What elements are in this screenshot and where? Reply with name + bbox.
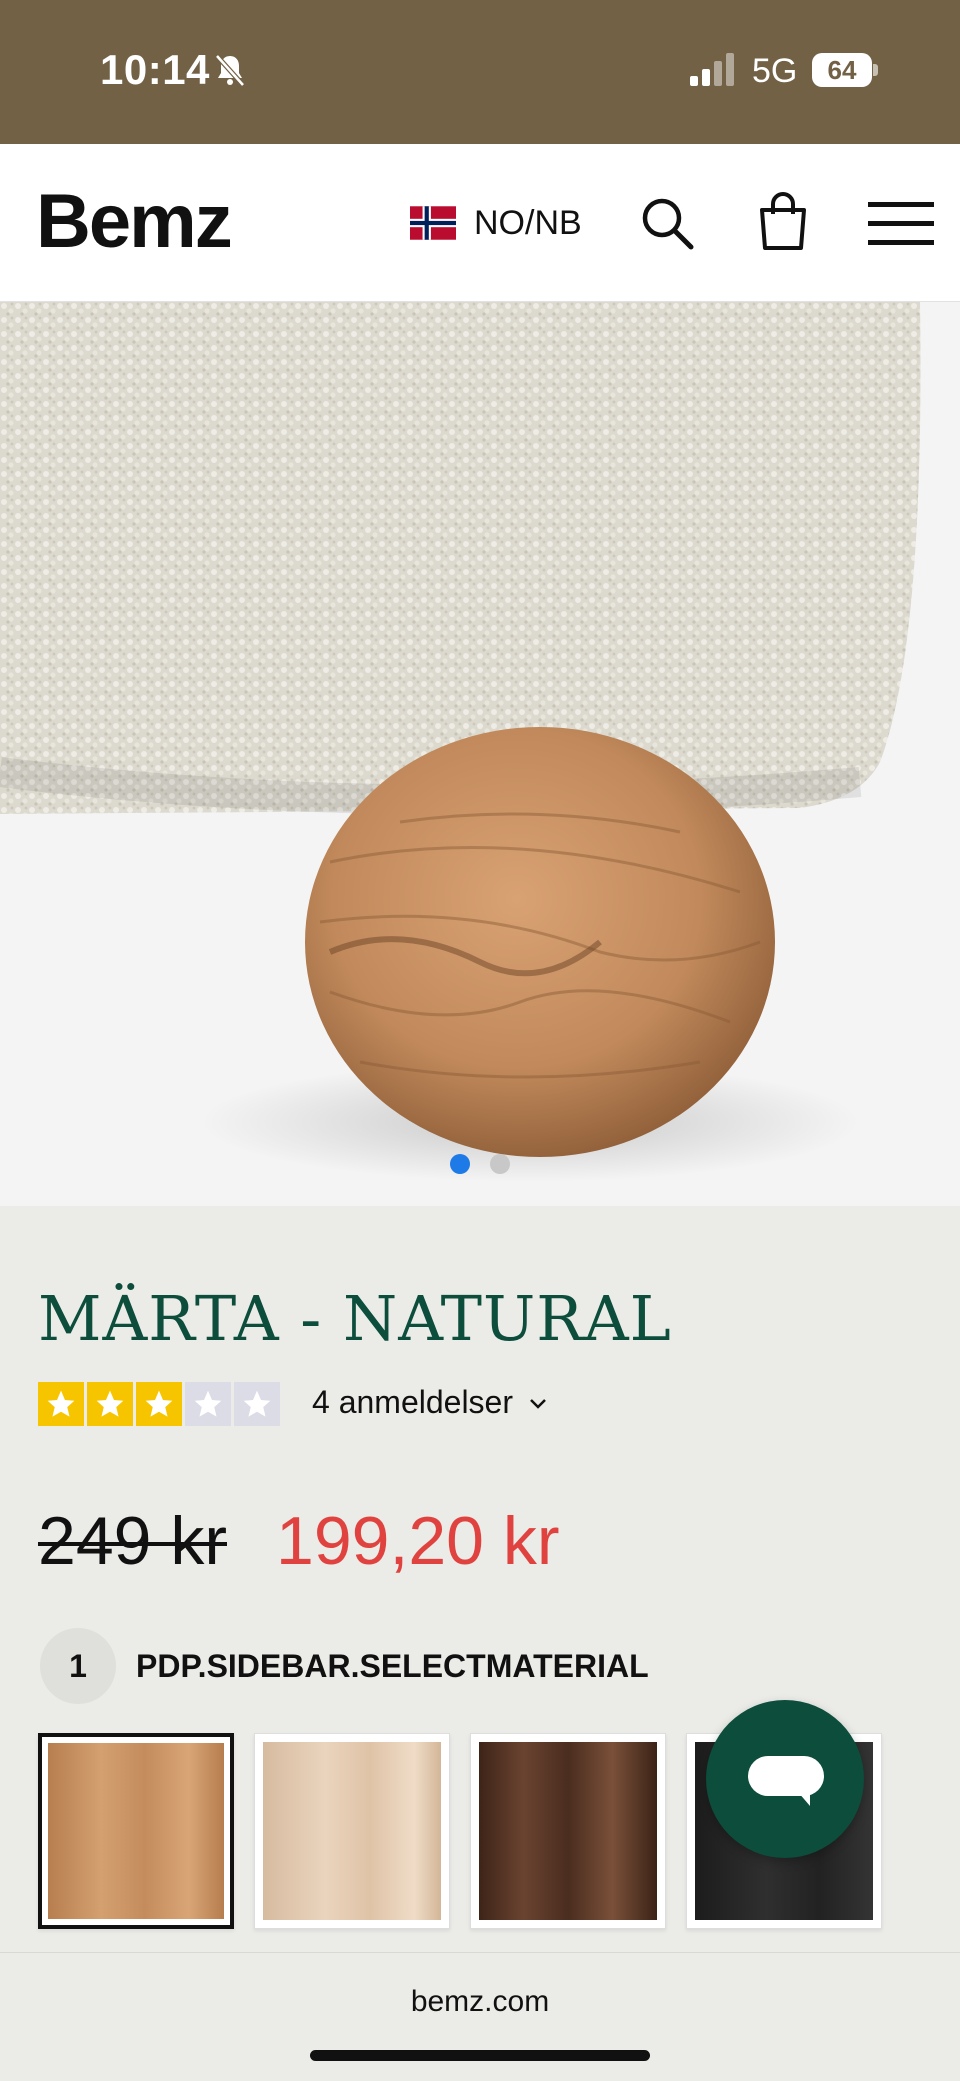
bell-slash-icon xyxy=(215,54,245,87)
browser-url-bar[interactable]: bemz.com xyxy=(0,1952,960,2081)
gallery-pagination xyxy=(0,1154,960,1176)
chevron-down-icon xyxy=(530,1398,546,1409)
shopping-bag-icon[interactable] xyxy=(754,190,812,252)
url-text: bemz.com xyxy=(410,1985,550,2018)
reviews-label: 4 anmeldelser xyxy=(312,1384,513,1420)
swatch-light-beech[interactable] xyxy=(254,1733,450,1929)
site-header: Bemz NO/NB xyxy=(0,144,960,302)
battery-icon: 64 xyxy=(812,53,878,87)
battery-level: 64 xyxy=(812,53,872,87)
star-empty-icon xyxy=(185,1382,231,1426)
gallery-dot-2[interactable] xyxy=(490,1154,510,1174)
swatch-natural-oak[interactable] xyxy=(38,1733,234,1929)
material-step: 1 PDP.SIDEBAR.SELECTMATERIAL xyxy=(40,1628,649,1704)
original-price: 249 kr xyxy=(38,1503,227,1579)
product-photo xyxy=(0,302,960,1206)
star-rating xyxy=(38,1382,280,1426)
reviews-toggle[interactable]: 4 anmeldelser xyxy=(312,1384,549,1421)
home-indicator[interactable] xyxy=(310,2050,650,2061)
network-label: 5G xyxy=(752,52,798,90)
star-empty-icon xyxy=(234,1382,280,1426)
signal-icon xyxy=(690,53,734,86)
norway-flag-icon xyxy=(410,206,456,240)
step-number: 1 xyxy=(40,1628,116,1704)
gallery-dot-1[interactable] xyxy=(450,1154,470,1174)
step-label: PDP.SIDEBAR.SELECTMATERIAL xyxy=(136,1647,649,1684)
star-icon xyxy=(87,1382,133,1426)
product-image-gallery[interactable] xyxy=(0,302,960,1206)
chat-button[interactable] xyxy=(706,1700,864,1858)
chat-bubble-icon xyxy=(748,1756,824,1806)
locale-selector[interactable]: NO/NB xyxy=(410,200,582,246)
menu-icon[interactable] xyxy=(868,200,934,248)
status-time: 10:14 xyxy=(100,46,210,93)
star-icon xyxy=(136,1382,182,1426)
star-icon xyxy=(38,1382,84,1426)
sale-price: 199,20 kr xyxy=(276,1503,560,1579)
bemz-logo[interactable]: Bemz xyxy=(36,178,233,265)
product-title: MÄRTA - NATURAL xyxy=(38,1282,672,1355)
swatch-dark-walnut[interactable] xyxy=(470,1733,666,1929)
status-bar: 10:14 5G 64 xyxy=(0,0,960,144)
locale-label: NO/NB xyxy=(474,203,582,242)
search-icon[interactable] xyxy=(638,194,696,252)
